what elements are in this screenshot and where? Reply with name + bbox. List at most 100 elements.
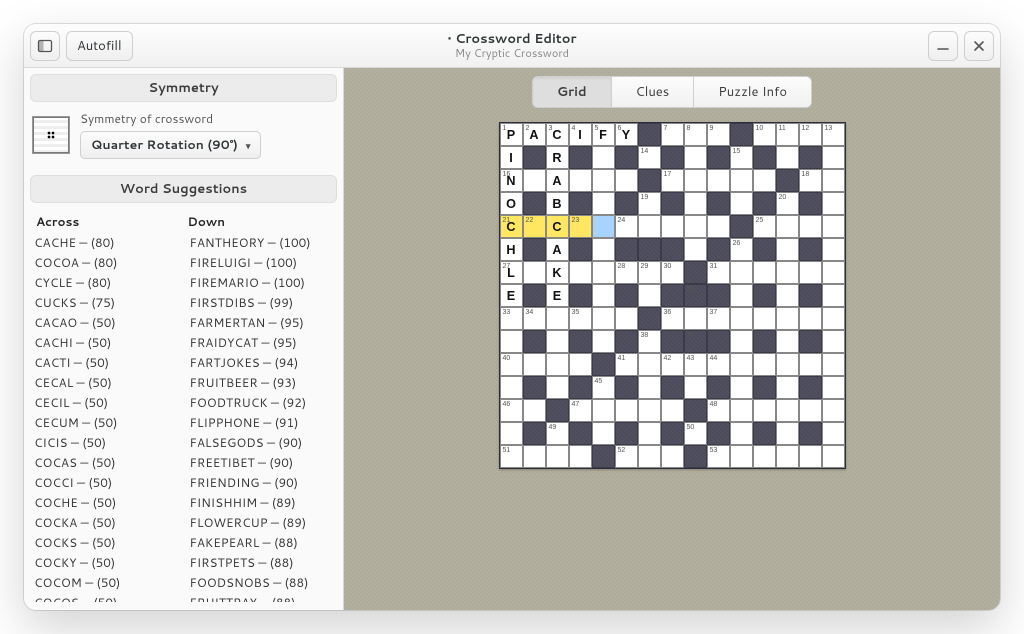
grid-cell[interactable] — [569, 261, 592, 284]
grid-block[interactable] — [523, 330, 546, 353]
grid-cell[interactable] — [776, 445, 799, 468]
grid-cell[interactable] — [500, 422, 523, 445]
grid-cell[interactable] — [684, 146, 707, 169]
grid-cell[interactable] — [730, 307, 753, 330]
grid-block[interactable] — [615, 238, 638, 261]
across-suggestion[interactable]: CECIL — (50) — [32, 392, 180, 412]
grid-cell[interactable]: 24 — [615, 215, 638, 238]
grid-block[interactable] — [523, 146, 546, 169]
grid-cell[interactable]: 31 — [707, 261, 730, 284]
down-suggestion[interactable]: FARMERTAN — (95) — [188, 312, 336, 332]
grid-cell[interactable]: 17 — [661, 169, 684, 192]
grid-cell[interactable] — [592, 169, 615, 192]
grid-cell[interactable] — [822, 261, 845, 284]
grid-block[interactable] — [615, 376, 638, 399]
down-suggestion[interactable]: FAKEPEARL — (88) — [188, 532, 336, 552]
grid-cell[interactable] — [615, 307, 638, 330]
grid-cell[interactable] — [730, 399, 753, 422]
grid-block[interactable] — [753, 284, 776, 307]
grid-cell[interactable]: 15 — [730, 146, 753, 169]
grid-block[interactable] — [799, 330, 822, 353]
grid-cell[interactable] — [592, 192, 615, 215]
grid-cell[interactable] — [592, 422, 615, 445]
grid-cell[interactable] — [638, 445, 661, 468]
grid-cell[interactable]: 4I — [569, 123, 592, 146]
grid-cell[interactable]: 53 — [707, 445, 730, 468]
grid-cell[interactable] — [615, 169, 638, 192]
grid-cell[interactable] — [776, 330, 799, 353]
grid-cell[interactable] — [661, 445, 684, 468]
grid-block[interactable] — [707, 376, 730, 399]
grid-cell[interactable] — [615, 399, 638, 422]
grid-cell[interactable]: A — [546, 169, 569, 192]
grid-cell[interactable]: E — [500, 284, 523, 307]
grid-cell[interactable]: 44 — [707, 353, 730, 376]
grid-cell[interactable] — [569, 353, 592, 376]
tab-grid[interactable]: Grid — [533, 77, 612, 107]
grid-cell[interactable]: 43 — [684, 353, 707, 376]
across-suggestion[interactable]: CUCKS — (75) — [32, 292, 180, 312]
crossword-grid[interactable]: 1P2A3C4I5F6Y78910111213IR141516NA1718OB1… — [499, 122, 846, 469]
grid-block[interactable] — [592, 353, 615, 376]
across-suggestion[interactable]: COCCI — (50) — [32, 472, 180, 492]
grid-cell[interactable]: 7 — [661, 123, 684, 146]
grid-cell[interactable] — [822, 215, 845, 238]
across-suggestion[interactable]: COCHE — (50) — [32, 492, 180, 512]
grid-cell[interactable]: 3C — [546, 123, 569, 146]
across-suggestion[interactable]: COCOA — (80) — [32, 252, 180, 272]
grid-cell[interactable]: 16N — [500, 169, 523, 192]
across-suggestion[interactable]: COCOS — (50) — [32, 592, 180, 602]
grid-cell[interactable]: 50 — [684, 422, 707, 445]
minimize-button[interactable] — [928, 31, 958, 61]
grid-cell[interactable]: 12 — [799, 123, 822, 146]
grid-block[interactable] — [753, 376, 776, 399]
grid-block[interactable] — [753, 192, 776, 215]
sidebar-toggle-button[interactable] — [30, 31, 60, 61]
grid-block[interactable] — [730, 123, 753, 146]
grid-cell[interactable] — [730, 284, 753, 307]
grid-cell[interactable]: C — [546, 215, 569, 238]
grid-block[interactable] — [615, 422, 638, 445]
grid-cell[interactable]: 20 — [776, 192, 799, 215]
grid-block[interactable] — [799, 284, 822, 307]
grid-cell[interactable] — [822, 169, 845, 192]
grid-cell[interactable]: 45 — [592, 376, 615, 399]
grid-cell[interactable] — [523, 261, 546, 284]
grid-cell[interactable] — [546, 353, 569, 376]
tab-clues[interactable]: Clues — [612, 77, 695, 107]
grid-cell[interactable] — [799, 307, 822, 330]
down-suggestion[interactable]: FOODTRUCK — (92) — [188, 392, 336, 412]
grid-cell[interactable] — [822, 284, 845, 307]
across-list[interactable]: CACHE — (80)COCOA — (80)CYCLE — (80)CUCK… — [28, 232, 184, 602]
grid-cell[interactable] — [546, 445, 569, 468]
grid-cell[interactable] — [799, 445, 822, 468]
grid-cell[interactable]: 47 — [569, 399, 592, 422]
grid-cell[interactable]: 26 — [730, 238, 753, 261]
grid-cell[interactable] — [776, 215, 799, 238]
grid-cell[interactable] — [684, 307, 707, 330]
down-suggestion[interactable]: FOODSNOBS — (88) — [188, 572, 336, 592]
down-suggestion[interactable]: FARTJOKES — (94) — [188, 352, 336, 372]
grid-cell[interactable] — [730, 261, 753, 284]
grid-block[interactable] — [638, 307, 661, 330]
grid-block[interactable] — [799, 146, 822, 169]
grid-cell[interactable] — [776, 399, 799, 422]
grid-block[interactable] — [523, 238, 546, 261]
grid-block[interactable] — [684, 261, 707, 284]
grid-block[interactable] — [799, 422, 822, 445]
grid-block[interactable] — [546, 399, 569, 422]
grid-cell[interactable] — [684, 192, 707, 215]
grid-block[interactable] — [707, 422, 730, 445]
grid-cell[interactable]: 23 — [569, 215, 592, 238]
grid-cell[interactable] — [523, 399, 546, 422]
grid-cell[interactable]: E — [546, 284, 569, 307]
grid-cell[interactable] — [592, 399, 615, 422]
across-suggestion[interactable]: COCKS — (50) — [32, 532, 180, 552]
grid-cell[interactable]: B — [546, 192, 569, 215]
grid-block[interactable] — [523, 192, 546, 215]
grid-cell[interactable]: 22 — [523, 215, 546, 238]
across-suggestion[interactable]: CYCLE — (80) — [32, 272, 180, 292]
grid-cell[interactable]: 35 — [569, 307, 592, 330]
grid-block[interactable] — [753, 422, 776, 445]
grid-block[interactable] — [638, 238, 661, 261]
